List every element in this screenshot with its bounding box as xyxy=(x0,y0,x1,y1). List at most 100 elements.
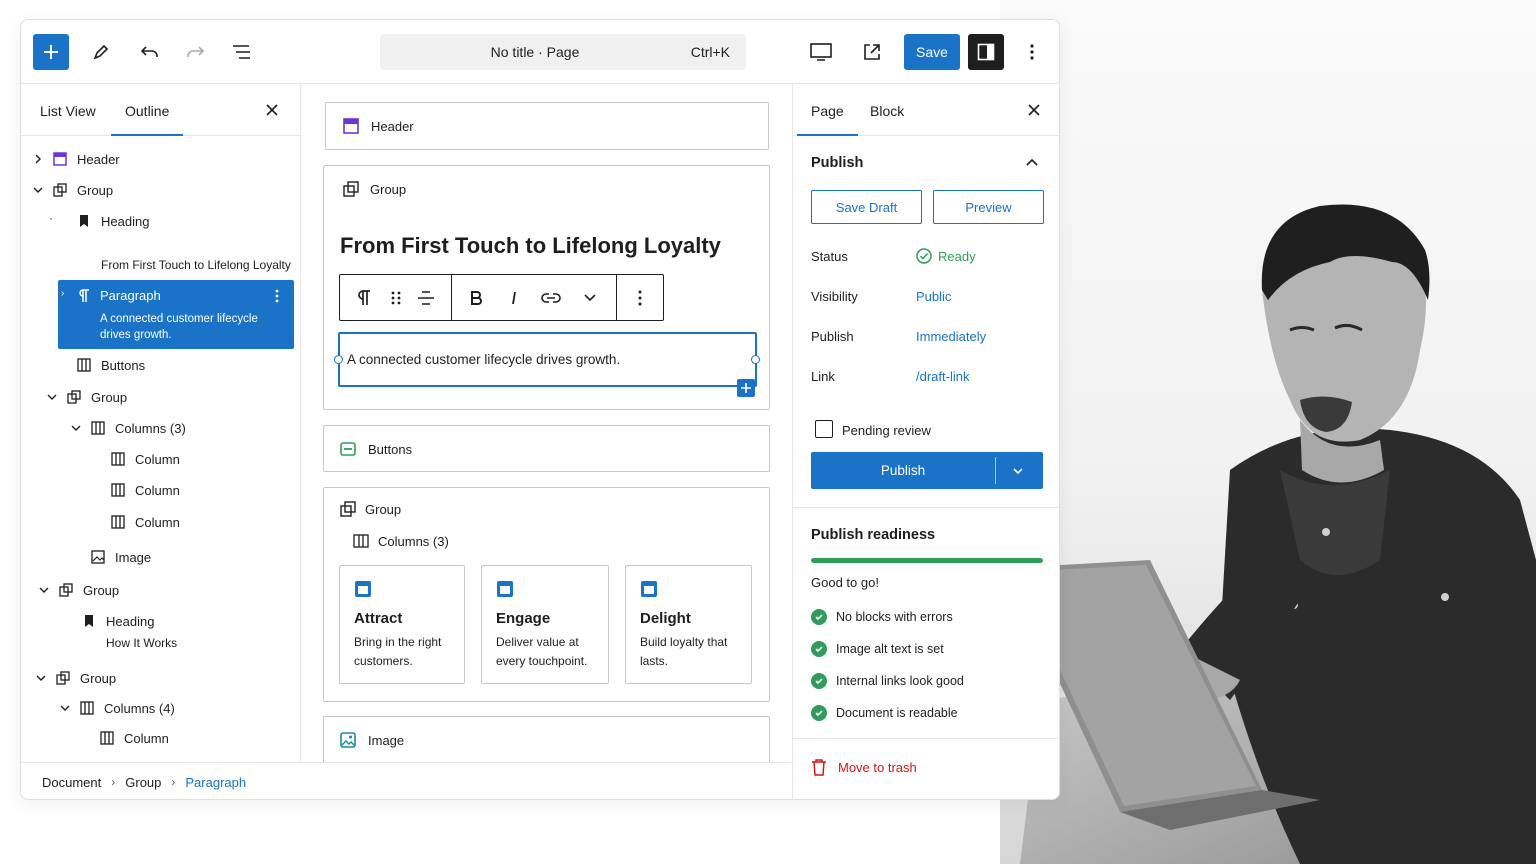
align-button[interactable] xyxy=(416,288,436,308)
chevron-down-icon xyxy=(36,675,46,681)
settings-sidebar: Page Block Publish Save Draft Preview St… xyxy=(792,84,1059,799)
paragraph-transform-button[interactable] xyxy=(354,288,374,308)
redo-button[interactable] xyxy=(177,34,213,70)
resize-handle-left[interactable] xyxy=(334,355,343,364)
plus-icon xyxy=(741,383,751,393)
image-block-icon xyxy=(91,550,105,564)
publish-button[interactable]: Publish xyxy=(811,452,1043,489)
options-button[interactable] xyxy=(1014,34,1050,70)
tree-item-columns[interactable]: Columns (3) xyxy=(21,417,300,439)
breadcrumb-paragraph[interactable]: Paragraph xyxy=(185,775,246,790)
tree-item-heading[interactable]: Heading xyxy=(21,610,300,632)
buttons-block[interactable]: Buttons xyxy=(323,425,770,472)
more-formats-button[interactable] xyxy=(580,288,600,308)
document-title-bar[interactable]: No title · Page Ctrl+K xyxy=(380,34,746,70)
column-card-delight[interactable]: Delight Build loyalty that lasts. xyxy=(625,565,752,684)
chevron-down-icon xyxy=(71,425,81,431)
tab-page[interactable]: Page xyxy=(797,103,858,136)
more-vertical-icon[interactable] xyxy=(274,288,280,304)
tab-list-view[interactable]: List View xyxy=(40,103,96,119)
tree-item-heading[interactable]: · Heading xyxy=(21,210,300,232)
column-card-attract[interactable]: Attract Bring in the right customers. xyxy=(339,565,465,684)
status-value: Ready xyxy=(938,249,976,264)
pending-review-checkbox[interactable] xyxy=(815,420,833,438)
tree-item-label: Columns (3) xyxy=(115,421,186,436)
drag-handle[interactable] xyxy=(386,288,406,308)
tree-item-group[interactable]: Group xyxy=(21,179,300,201)
header-block[interactable]: Header xyxy=(325,102,769,150)
block-options-button[interactable] xyxy=(630,288,650,308)
heading-text[interactable]: From First Touch to Lifelong Loyalty xyxy=(340,233,721,259)
bold-button[interactable] xyxy=(466,288,486,308)
image-block[interactable]: Image xyxy=(323,716,770,762)
paragraph-icon xyxy=(358,290,370,305)
breadcrumb-group[interactable]: Group xyxy=(125,775,161,790)
check-label: Document is readable xyxy=(836,706,958,720)
preview-device-button[interactable] xyxy=(803,34,839,70)
preview-button[interactable]: Preview xyxy=(933,190,1044,224)
block-inserter-button[interactable] xyxy=(737,379,755,397)
chevron-down-icon xyxy=(39,587,49,593)
card-title: Engage xyxy=(496,610,551,627)
column-block-icon xyxy=(100,731,114,745)
column-card-engage[interactable]: Engage Deliver value at every touchpoint… xyxy=(481,565,609,684)
tree-item-group[interactable]: Group xyxy=(21,386,300,408)
chevron-down-icon xyxy=(584,294,596,302)
publish-section-title[interactable]: Publish xyxy=(811,155,863,171)
group-block-icon xyxy=(53,183,67,197)
tree-item-group[interactable]: Group xyxy=(21,667,300,689)
document-overview-button[interactable] xyxy=(224,34,260,70)
visibility-value[interactable]: Public xyxy=(916,289,951,304)
list-view-icon xyxy=(233,45,250,59)
tree-item-image[interactable]: Image xyxy=(21,546,300,568)
group-block-icon xyxy=(67,390,81,404)
tab-outline[interactable]: Outline xyxy=(110,103,184,136)
italic-button[interactable] xyxy=(504,288,524,308)
publish-date-value[interactable]: Immediately xyxy=(916,329,986,344)
settings-toggle-button[interactable] xyxy=(968,34,1004,70)
save-draft-button[interactable]: Save Draft xyxy=(811,190,922,224)
columns-block-icon xyxy=(91,421,105,435)
breadcrumb-document[interactable]: Document xyxy=(42,775,101,790)
tree-item-buttons[interactable]: Buttons xyxy=(21,354,300,376)
tree-item-header[interactable]: Header xyxy=(21,148,300,170)
paragraph-block[interactable]: A connected customer lifecycle drives gr… xyxy=(334,332,760,397)
trash-icon[interactable] xyxy=(811,758,827,776)
view-page-button[interactable] xyxy=(854,34,890,70)
toolbar-divider xyxy=(451,275,452,320)
tree-item-group[interactable]: Group xyxy=(21,579,300,601)
group-block[interactable]: Group From First Touch to Lifelong Loyal… xyxy=(323,165,770,410)
top-toolbar: No title · Page Ctrl+K Save xyxy=(21,20,1059,84)
tree-item-paragraph-selected[interactable]: › Paragraph A connected customer lifecyc… xyxy=(58,280,294,349)
move-to-trash-link[interactable]: Move to trash xyxy=(838,760,917,775)
tree-item-column[interactable]: Column xyxy=(21,448,300,470)
command-shortcut: Ctrl+K xyxy=(690,44,730,60)
link-button[interactable] xyxy=(541,288,561,308)
add-block-button[interactable] xyxy=(33,34,69,70)
tools-button[interactable] xyxy=(83,34,119,70)
link-value[interactable]: /draft-link xyxy=(916,369,969,384)
close-icon[interactable] xyxy=(262,100,282,120)
tree-item-column[interactable]: Column xyxy=(21,727,300,749)
chevron-up-icon[interactable] xyxy=(1026,158,1038,166)
save-button[interactable]: Save xyxy=(904,34,960,70)
chevron-down-icon[interactable] xyxy=(1012,465,1024,477)
plus-icon xyxy=(44,45,58,59)
close-icon[interactable] xyxy=(1024,100,1044,120)
block-label: Image xyxy=(368,733,405,748)
check-label: Image alt text is set xyxy=(836,642,944,656)
pencil-icon xyxy=(93,44,109,60)
tree-item-column[interactable]: Column xyxy=(21,511,300,533)
paragraph-text[interactable]: A connected customer lifecycle drives gr… xyxy=(347,352,620,367)
tree-item-label: Heading xyxy=(101,214,150,229)
bullet-dot: · xyxy=(49,211,53,225)
toolbar-divider xyxy=(616,275,617,320)
block-label: Group xyxy=(370,182,407,197)
tab-block[interactable]: Block xyxy=(870,103,904,119)
redo-icon xyxy=(187,46,205,57)
undo-button[interactable] xyxy=(132,34,168,70)
tree-item-column[interactable]: Column xyxy=(21,479,300,501)
resize-handle-right[interactable] xyxy=(751,355,760,364)
tree-item-excerpt: A connected customer lifecycle drives gr… xyxy=(100,313,258,341)
tree-item-columns[interactable]: Columns (4) xyxy=(21,697,300,719)
